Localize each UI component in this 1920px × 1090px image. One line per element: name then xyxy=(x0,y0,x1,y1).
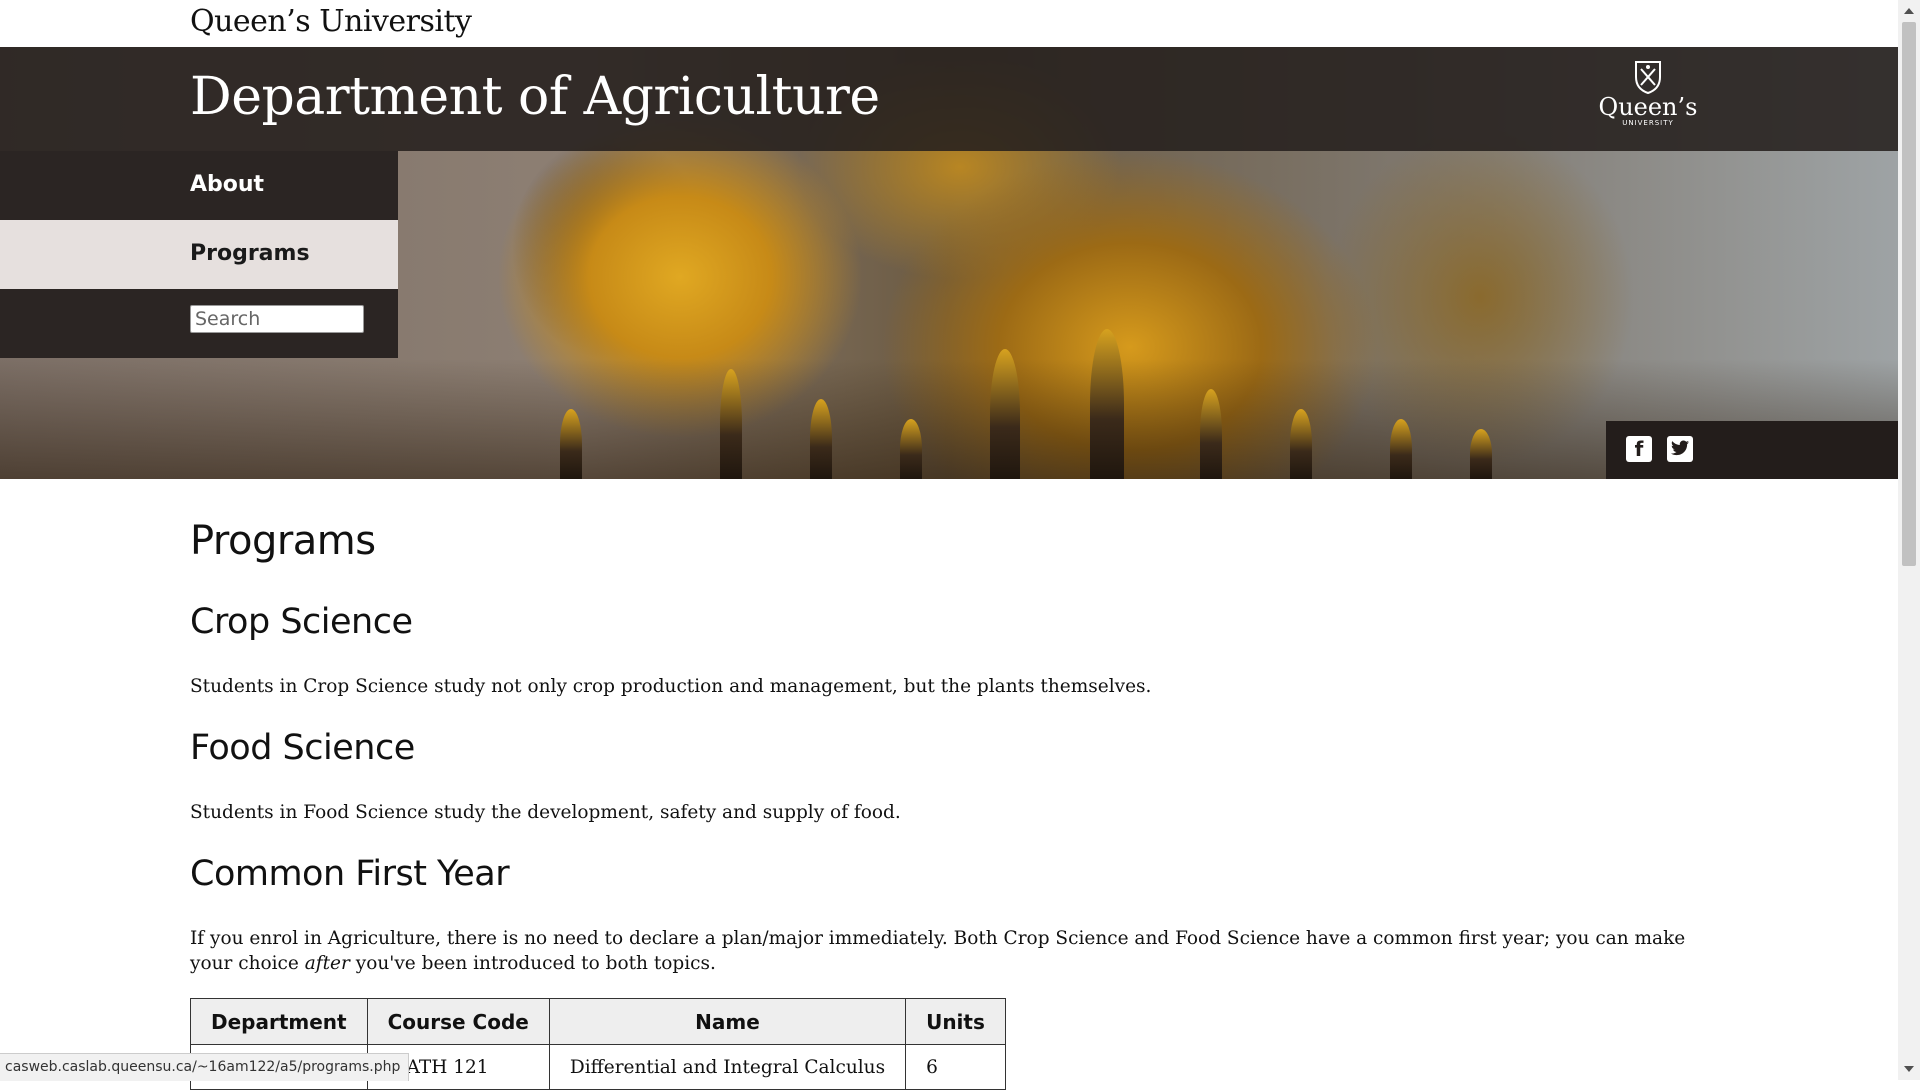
section-text-food-science: Students in Food Science study the devel… xyxy=(190,802,901,823)
column-header-name: Name xyxy=(548,998,907,1045)
table-cell-name: Differential and Integral Calculus xyxy=(548,1044,907,1090)
hero-decoration xyxy=(1200,389,1222,479)
nav-item-about[interactable]: About xyxy=(0,151,398,220)
nav-item-programs[interactable]: Programs xyxy=(0,220,398,289)
hero-decoration xyxy=(990,349,1020,479)
scroll-down-arrow-icon[interactable] xyxy=(1904,1066,1914,1072)
crest-wordmark: Queen’s xyxy=(1598,93,1698,121)
section-text-common-first-year: If you enrol in Agriculture, there is no… xyxy=(190,926,1710,976)
column-header-course-code: Course Code xyxy=(366,998,550,1045)
side-navigation: About Programs xyxy=(0,151,398,358)
department-title-band: Department of Agriculture Queen’s UNIVER… xyxy=(0,47,1898,151)
section-heading-food-science: Food Science xyxy=(190,728,415,768)
university-logo-link[interactable]: Queen’s University xyxy=(190,4,472,39)
crest-shield-icon xyxy=(1635,61,1661,95)
hero-decoration xyxy=(560,409,582,479)
twitter-icon[interactable] xyxy=(1667,436,1693,462)
column-header-department: Department xyxy=(190,998,368,1045)
nav-search-area xyxy=(0,289,398,358)
vertical-scrollbar[interactable] xyxy=(1898,0,1920,1080)
search-input[interactable] xyxy=(190,305,364,333)
department-title[interactable]: Department of Agriculture xyxy=(190,67,880,127)
page-title: Programs xyxy=(190,518,376,564)
text-segment: you've been introduced to both topics. xyxy=(349,953,716,974)
social-links: f xyxy=(1606,421,1898,479)
hero-decoration xyxy=(1390,419,1412,479)
hero-decoration xyxy=(1290,409,1312,479)
section-text-crop-science: Students in Crop Science study not only … xyxy=(190,676,1152,697)
table-cell-units: 6 xyxy=(905,1044,1006,1090)
scroll-up-arrow-icon[interactable] xyxy=(1904,8,1914,14)
hero-decoration xyxy=(1090,329,1124,479)
facebook-icon[interactable]: f xyxy=(1626,436,1652,462)
section-heading-common-first-year: Common First Year xyxy=(190,854,510,894)
link-status-bar: casweb.caslab.queensu.ca/~16am122/a5/pro… xyxy=(0,1053,410,1081)
column-header-units: Units xyxy=(905,998,1006,1045)
emphasis-text: after xyxy=(304,953,350,974)
hero-decoration xyxy=(810,399,832,479)
hero-decoration xyxy=(900,419,922,479)
section-heading-crop-science: Crop Science xyxy=(190,602,413,642)
table-header-row: Department Course Code Name Units xyxy=(190,998,1006,1045)
scrollbar-thumb[interactable] xyxy=(1902,22,1916,566)
university-bar: Queen’s University xyxy=(0,0,1898,47)
queens-crest-logo[interactable]: Queen’s UNIVERSITY xyxy=(1596,59,1700,141)
hero-decoration xyxy=(720,369,742,479)
hero-decoration xyxy=(1470,429,1492,479)
hero-banner: Department of Agriculture Queen’s UNIVER… xyxy=(0,47,1898,479)
